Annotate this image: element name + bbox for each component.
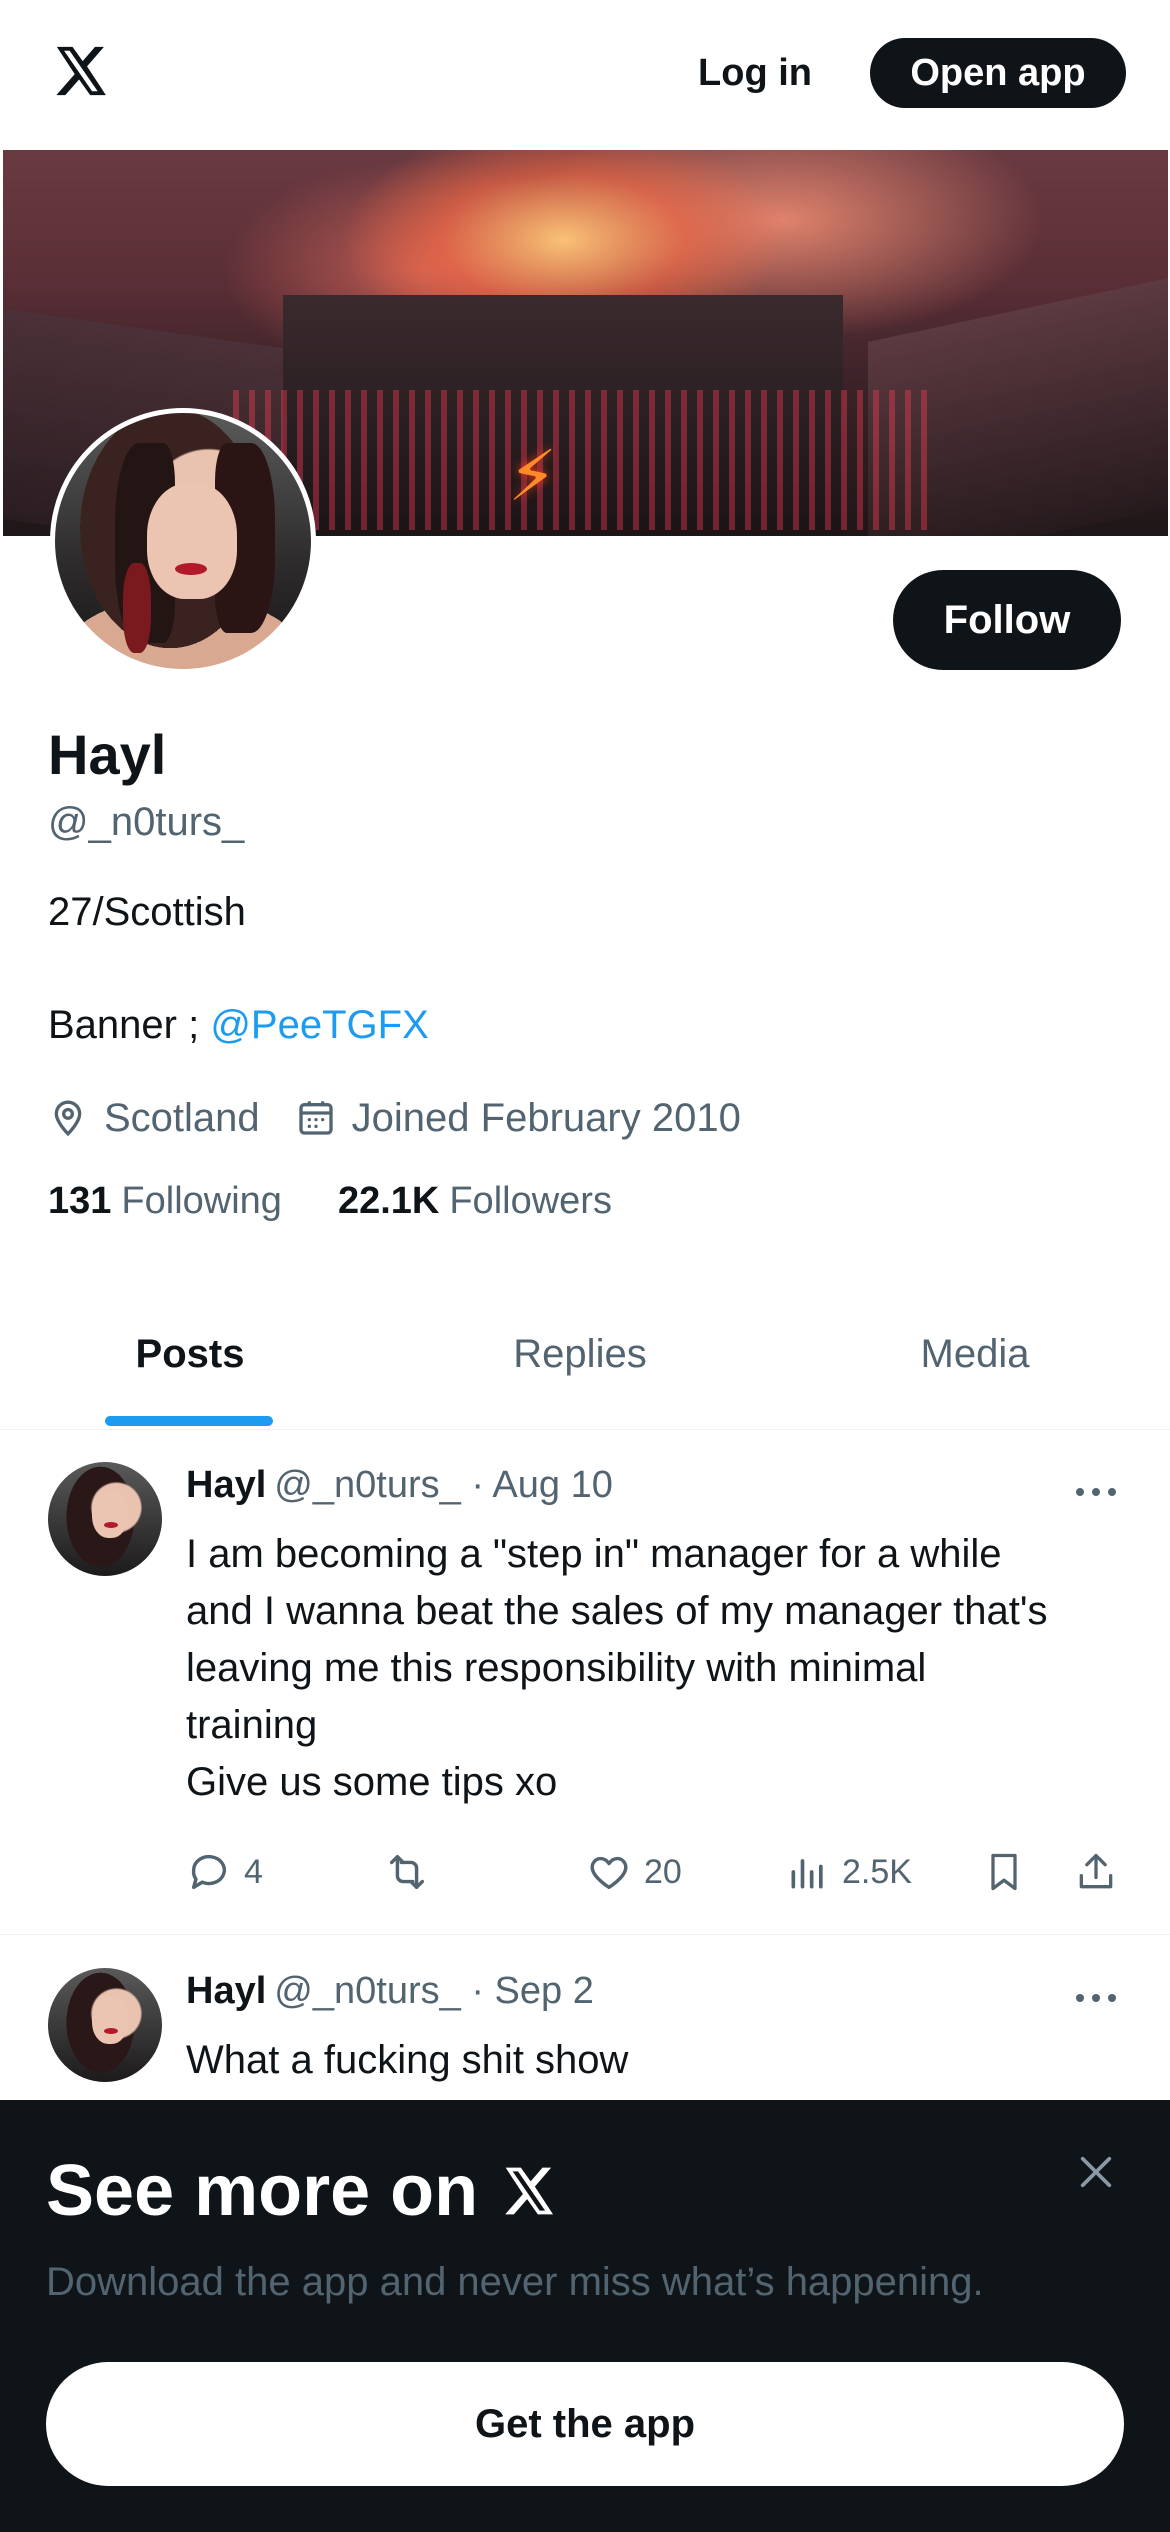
profile-stats: 131 Following 22.1K Followers <box>48 1180 668 1223</box>
post-text: I am becoming a "step in" manager for a … <box>186 1526 1126 1811</box>
profile-location: Scotland <box>48 1096 260 1141</box>
followers-label: Followers <box>449 1180 612 1222</box>
more-icon[interactable] <box>1074 1482 1118 1502</box>
profile-name: Hayl <box>48 723 167 786</box>
profile-handle: @_n0turs_ <box>48 800 245 844</box>
share-icon <box>1079 1853 1113 1889</box>
followers-count: 22.1K <box>337 1180 440 1222</box>
bio-mention-link[interactable]: @PeeTGFX <box>210 1003 428 1047</box>
follow-button[interactable]: Follow <box>893 570 1121 670</box>
joined-text: Joined February 2010 <box>351 1095 741 1140</box>
post-author-handle[interactable]: @_n0turs_ <box>274 1464 460 1506</box>
reply-count: 4 <box>244 1852 263 1891</box>
profile-bio-line: Banner ; @PeeTGFX <box>48 1003 429 1048</box>
location-text: Scotland <box>104 1095 260 1140</box>
post-text-line: training <box>186 1703 318 1747</box>
following-link[interactable]: 131 Following <box>48 1180 282 1223</box>
login-button[interactable]: Log in <box>690 42 820 104</box>
post-avatar-face <box>92 1490 128 1538</box>
active-tab-indicator <box>105 1416 273 1426</box>
tab-replies[interactable]: Replies <box>390 1280 770 1430</box>
post-avatar[interactable] <box>48 1968 162 2082</box>
bio-text: Banner ; <box>48 1003 211 1047</box>
like-button[interactable]: 20 <box>586 1842 682 1902</box>
calendar-icon <box>299 1101 333 1135</box>
banner-lights <box>233 390 933 530</box>
views-count: 2.5K <box>842 1852 912 1891</box>
views-icon <box>791 1859 823 1889</box>
x-logo-icon[interactable] <box>50 42 112 100</box>
following-count: 131 <box>48 1180 112 1222</box>
post-author-name[interactable]: Hayl <box>186 1970 266 2012</box>
avatar-face <box>147 483 237 599</box>
post-text-line: leaving me this responsibility with mini… <box>186 1646 927 1690</box>
more-icon[interactable] <box>1074 1988 1118 2008</box>
post-date[interactable]: · Sep 2 <box>471 1970 594 2012</box>
avatar-hair-tip <box>123 563 151 653</box>
top-bar: Log in Open app <box>0 0 1170 150</box>
reply-icon <box>191 1854 227 1890</box>
sheet-title: See more on <box>46 2150 558 2232</box>
post-item[interactable]: Hayl @_n0turs_ · Sep 2 What a fucking shi… <box>0 1935 1170 2105</box>
post-text-line: and I wanna beat the sales of my manager… <box>186 1589 1048 1633</box>
tab-posts[interactable]: Posts <box>0 1280 380 1430</box>
share-button[interactable] <box>1074 1842 1130 1902</box>
post-avatar-lips <box>104 2028 118 2034</box>
close-icon[interactable] <box>1076 2152 1116 2192</box>
post-actions: 4 20 2.5K <box>186 1842 1126 1902</box>
avatar-lips <box>175 563 207 575</box>
followers-link[interactable]: 22.1K Followers <box>338 1180 612 1223</box>
views-button[interactable]: 2.5K <box>786 1842 912 1902</box>
profile-tabs: Posts Replies Media <box>0 1280 1170 1430</box>
sheet-subtitle: Download the app and never miss what’s h… <box>46 2260 984 2304</box>
post-author-handle[interactable]: @_n0turs_ <box>274 1970 460 2012</box>
post-header: Hayl @_n0turs_ · Sep 2 <box>186 1970 594 2013</box>
like-count: 20 <box>644 1852 682 1891</box>
location-icon <box>54 1100 82 1137</box>
following-label: Following <box>121 1180 282 1222</box>
post-text: What a fucking shit show <box>186 2032 1126 2089</box>
profile-meta: Scotland Joined February 2010 <box>48 1090 777 1146</box>
post-avatar-lips <box>104 1522 118 1528</box>
app-promo-sheet: See more on Download the app and never m… <box>0 2100 1170 2532</box>
open-app-button[interactable]: Open app <box>870 38 1126 108</box>
post-item[interactable]: Hayl @_n0turs_ · Aug 10 I am becoming a "… <box>0 1430 1170 1935</box>
post-header: Hayl @_n0turs_ · Aug 10 <box>186 1464 613 1507</box>
post-date[interactable]: · Aug 10 <box>471 1464 613 1506</box>
bookmark-icon <box>991 1853 1017 1891</box>
repost-button[interactable] <box>382 1842 444 1902</box>
post-text-line: Give us some tips xo <box>186 1760 558 1804</box>
profile-bio-line: 27/Scottish <box>48 890 246 934</box>
post-avatar[interactable] <box>48 1462 162 1576</box>
profile-avatar[interactable] <box>50 408 316 674</box>
bookmark-button[interactable] <box>982 1842 1038 1902</box>
like-icon <box>590 1856 628 1890</box>
post-text-line: I am becoming a "step in" manager for a … <box>186 1532 1002 1576</box>
post-avatar-face <box>92 1996 128 2044</box>
banner-bolt-glyph: ⚡ <box>508 437 558 515</box>
post-text-line: What a fucking shit show <box>186 2038 629 2082</box>
post-author-name[interactable]: Hayl <box>186 1464 266 1506</box>
get-app-button[interactable]: Get the app <box>46 2362 1124 2486</box>
reply-button[interactable]: 4 <box>186 1842 263 1902</box>
tab-media[interactable]: Media <box>780 1280 1170 1430</box>
sheet-title-text: See more on <box>46 2151 479 2231</box>
profile-joined: Joined February 2010 <box>296 1096 741 1141</box>
x-logo-icon <box>505 2167 554 2215</box>
repost-icon <box>389 1854 425 1890</box>
